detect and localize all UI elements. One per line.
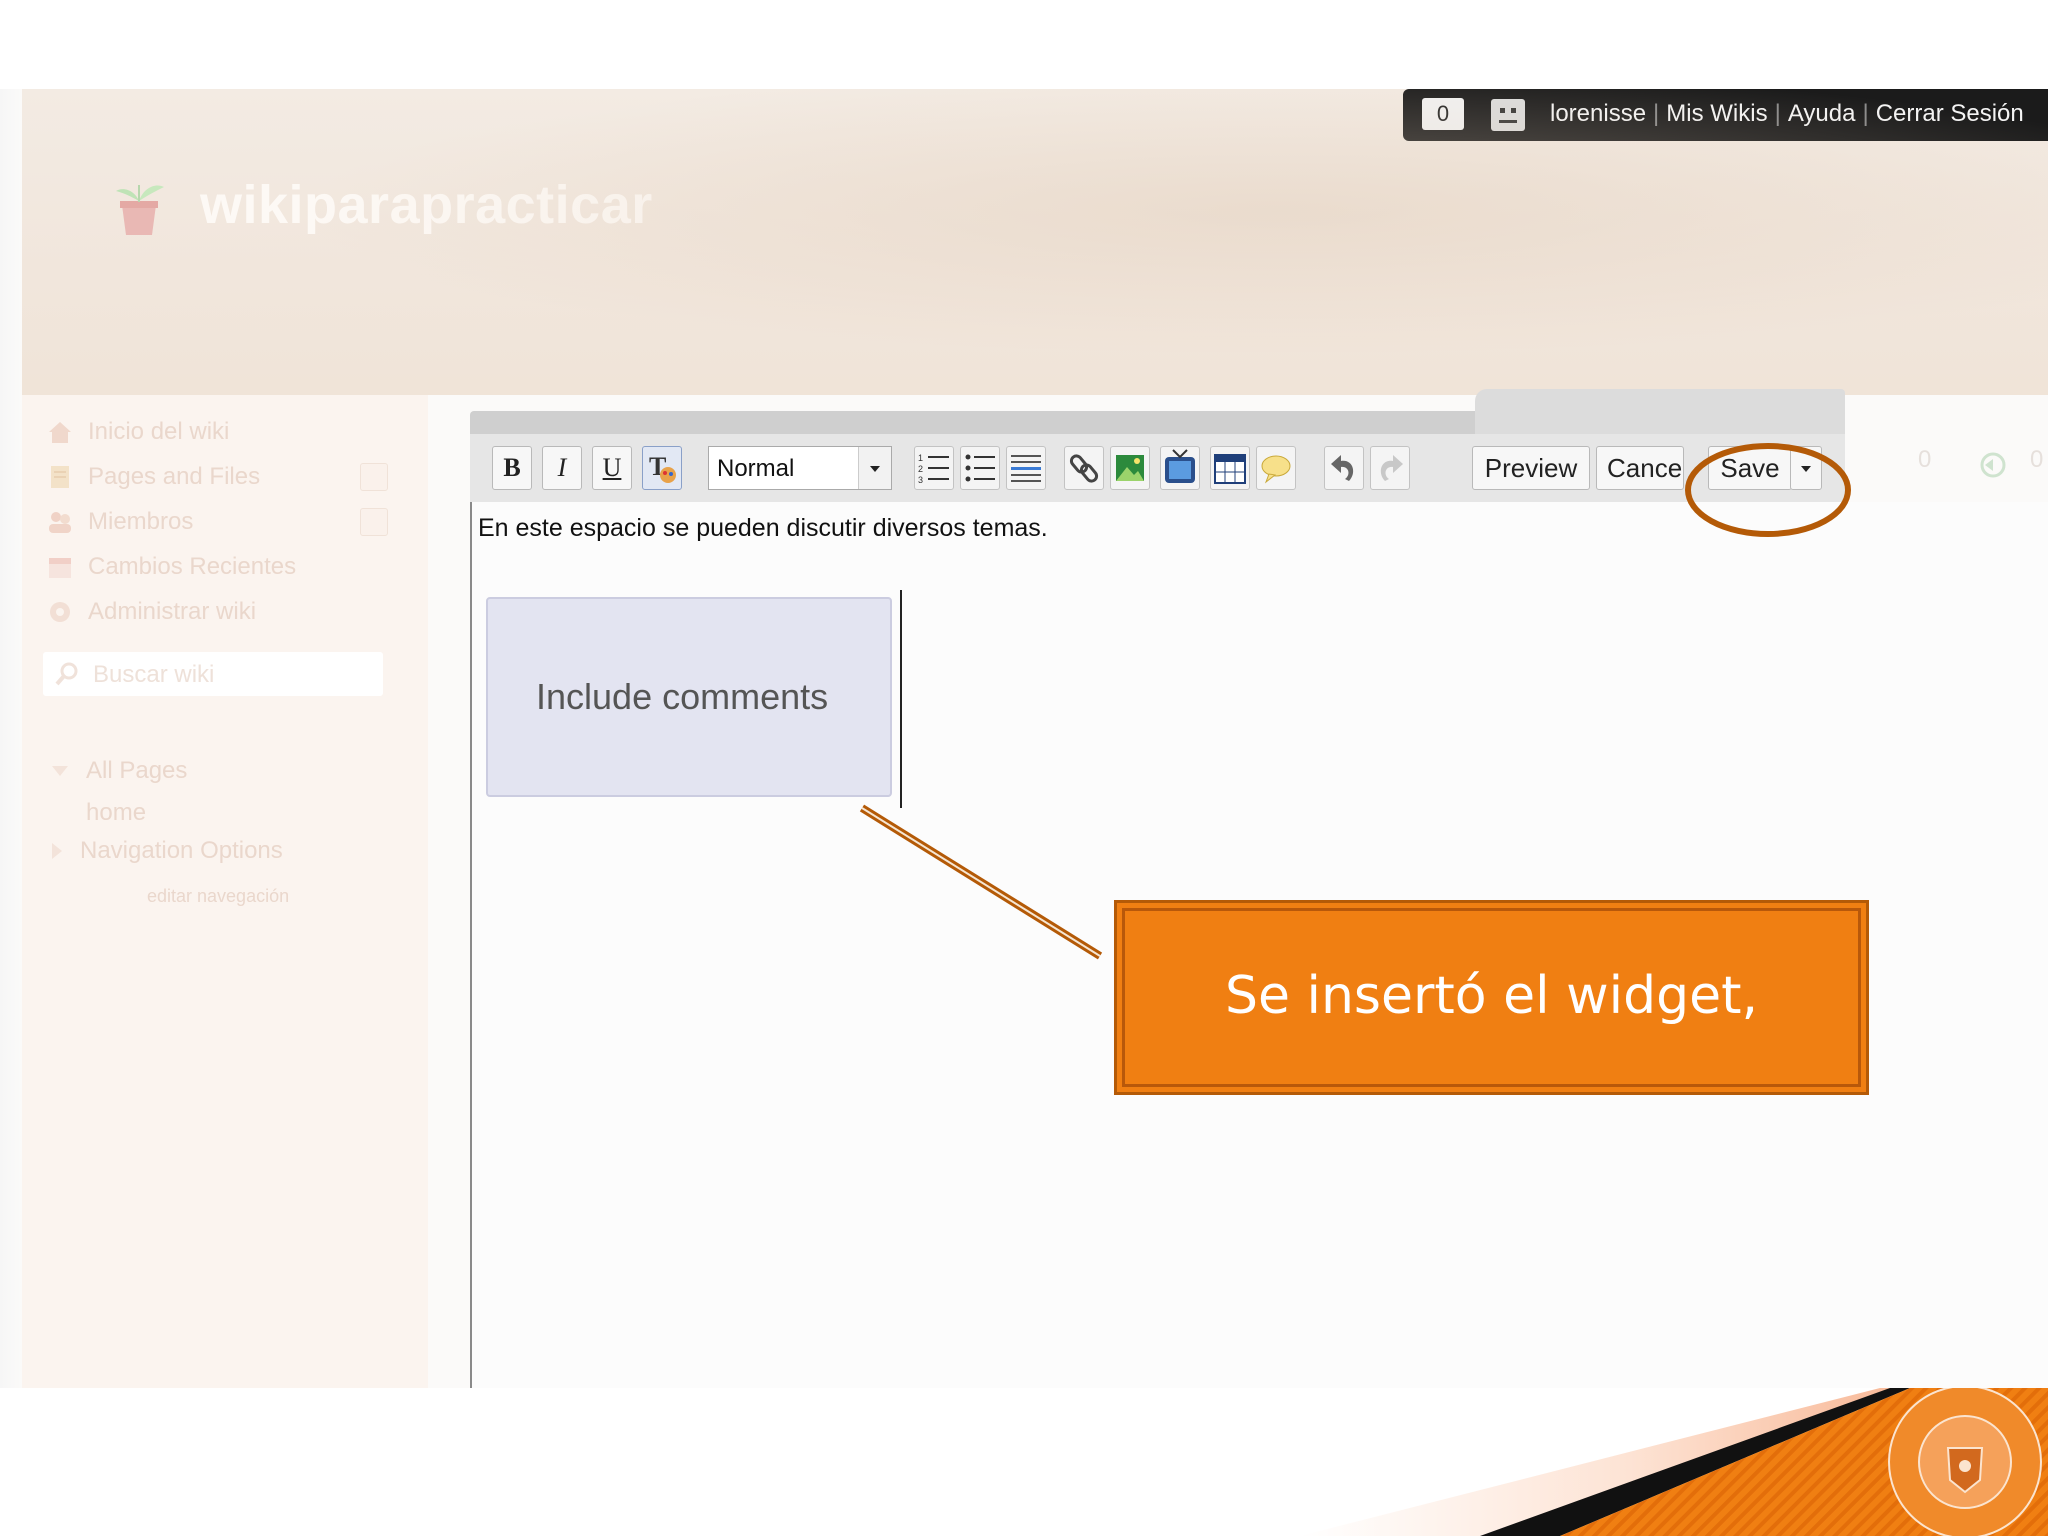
screenshot-area: wikiparapracticar 0 lorenisse | Mis Wikis |… <box>0 89 2048 1388</box>
sidebar-item-label: Miembros <box>88 508 194 535</box>
sidebar-item-home[interactable]: Inicio del wiki <box>46 415 229 449</box>
speech-bubble-icon <box>1261 455 1291 484</box>
faded-count-2: 0 <box>2030 446 2044 473</box>
sidebar-item-pages[interactable]: Pages and Files <box>46 460 260 494</box>
redo-icon <box>1380 455 1403 481</box>
wiki-search-input[interactable]: Buscar wiki <box>43 652 383 696</box>
link-button[interactable] <box>1064 446 1104 490</box>
table-icon <box>1214 454 1246 484</box>
annotation-callout: Se insertó el widget, <box>1114 900 1869 1095</box>
site-title[interactable]: wikiparapracticar <box>200 174 653 236</box>
nav-all-pages-label: All Pages <box>86 757 188 784</box>
nav-navigation-options[interactable]: Navigation Options <box>52 834 283 868</box>
redo-button[interactable] <box>1370 446 1410 490</box>
tv-icon <box>1165 449 1195 483</box>
search-icon <box>55 662 78 686</box>
sidebar-item-members[interactable]: Miembros <box>46 505 193 539</box>
format-value: Normal <box>717 455 795 482</box>
preview-button[interactable]: Preview <box>1472 446 1590 490</box>
paragraph-format-select[interactable]: Normal <box>708 446 892 490</box>
user-avatar-icon[interactable] <box>1490 98 1526 132</box>
expand-arrow-icon <box>52 843 62 859</box>
horizontal-rule-icon <box>1011 455 1041 482</box>
plant-logo-icon <box>116 185 164 235</box>
username-link[interactable]: lorenisse <box>1550 100 1646 127</box>
logout-link[interactable]: Cerrar Sesión <box>1876 100 2024 127</box>
faded-count-1: 0 <box>1918 446 1932 473</box>
image-button[interactable] <box>1110 446 1150 490</box>
user-links: lorenisse | Mis Wikis | Ayuda | Cerrar Sesión <box>1550 100 2024 127</box>
help-link[interactable]: Ayuda <box>1788 100 1856 127</box>
my-wikis-link[interactable]: Mis Wikis <box>1666 100 1767 127</box>
add-member-button[interactable] <box>360 508 388 536</box>
bulleted-list-button[interactable] <box>960 446 1000 490</box>
bulleted-list-icon <box>965 454 995 482</box>
notification-count[interactable]: 0 <box>1422 98 1464 130</box>
footer-decoration <box>1300 1388 2048 1536</box>
link-icon <box>1069 454 1099 483</box>
svg-text:3: 3 <box>918 475 923 485</box>
left-edge <box>0 89 22 1388</box>
editor-paragraph[interactable]: En este espacio se pueden discutir diver… <box>478 514 1048 543</box>
text-color-icon: T <box>649 452 676 483</box>
edit-navigation-link[interactable]: editar navegación <box>147 879 289 913</box>
sidebar-item-label: Inicio del wiki <box>88 418 230 445</box>
user-bar: 0 lorenisse | Mis Wikis | Ayuda | Cerrar Sesió… <box>1403 89 2048 141</box>
sidebar-item-label: Pages and Files <box>88 463 261 490</box>
widget-label: Include comments <box>536 676 829 717</box>
editor-toolbar: B I U T Normal 123 Preview Cance Save <box>470 434 1845 503</box>
calendar-icon <box>49 558 71 578</box>
text-cursor <box>900 590 902 808</box>
cancel-button[interactable]: Cance <box>1596 446 1684 490</box>
svg-text:1: 1 <box>918 453 923 463</box>
sidebar-item-recent-changes[interactable]: Cambios Recientes <box>46 550 296 584</box>
sidebar: Inicio del wiki Pages and Files Miembros… <box>22 395 428 1388</box>
comment-widget-button[interactable] <box>1256 446 1296 490</box>
bold-button[interactable]: B <box>492 446 532 490</box>
table-button[interactable] <box>1210 446 1250 490</box>
wiki-banner: wikiparapracticar 0 lorenisse | Mis Wikis |… <box>22 89 2048 395</box>
include-comments-widget[interactable]: Include comments <box>486 597 892 797</box>
callout-text: Se insertó el widget, <box>1225 966 1758 1026</box>
sidebar-item-admin[interactable]: Administrar wiki <box>46 595 256 629</box>
sidebar-item-label: Cambios Recientes <box>88 553 297 580</box>
undo-button[interactable] <box>1324 446 1364 490</box>
svg-text:2: 2 <box>918 464 923 474</box>
nav-home-label: home <box>86 799 147 826</box>
chevron-down-icon <box>858 447 891 489</box>
numbered-list-button[interactable]: 123 <box>914 446 954 490</box>
gear-icon <box>50 602 70 622</box>
text-color-button[interactable]: T <box>642 446 682 490</box>
nav-home-link[interactable]: home <box>86 796 146 830</box>
members-icon <box>49 512 71 533</box>
nav-options-label: Navigation Options <box>80 837 283 864</box>
italic-button[interactable]: I <box>542 446 582 490</box>
underline-button[interactable]: U <box>592 446 632 490</box>
image-icon <box>1116 455 1144 481</box>
numbered-list-icon: 123 <box>918 453 949 485</box>
home-icon <box>49 422 71 443</box>
faded-history-icon[interactable] <box>1979 451 2007 479</box>
pages-icon <box>51 466 69 488</box>
nav-all-pages[interactable]: All Pages <box>52 754 187 788</box>
collapse-arrow-icon <box>52 766 68 776</box>
search-placeholder: Buscar wiki <box>93 661 215 688</box>
video-button[interactable] <box>1160 446 1200 490</box>
university-seal-icon <box>1888 1388 2042 1536</box>
add-page-button[interactable] <box>360 463 388 491</box>
callout-connector-line <box>859 804 1103 960</box>
sidebar-item-label: Administrar wiki <box>88 598 257 625</box>
edit-nav-label: editar navegación <box>147 885 290 906</box>
horizontal-rule-button[interactable] <box>1006 446 1046 490</box>
undo-icon <box>1331 455 1354 481</box>
editor-tab <box>1475 389 1845 435</box>
save-highlight-ring <box>1685 443 1851 537</box>
